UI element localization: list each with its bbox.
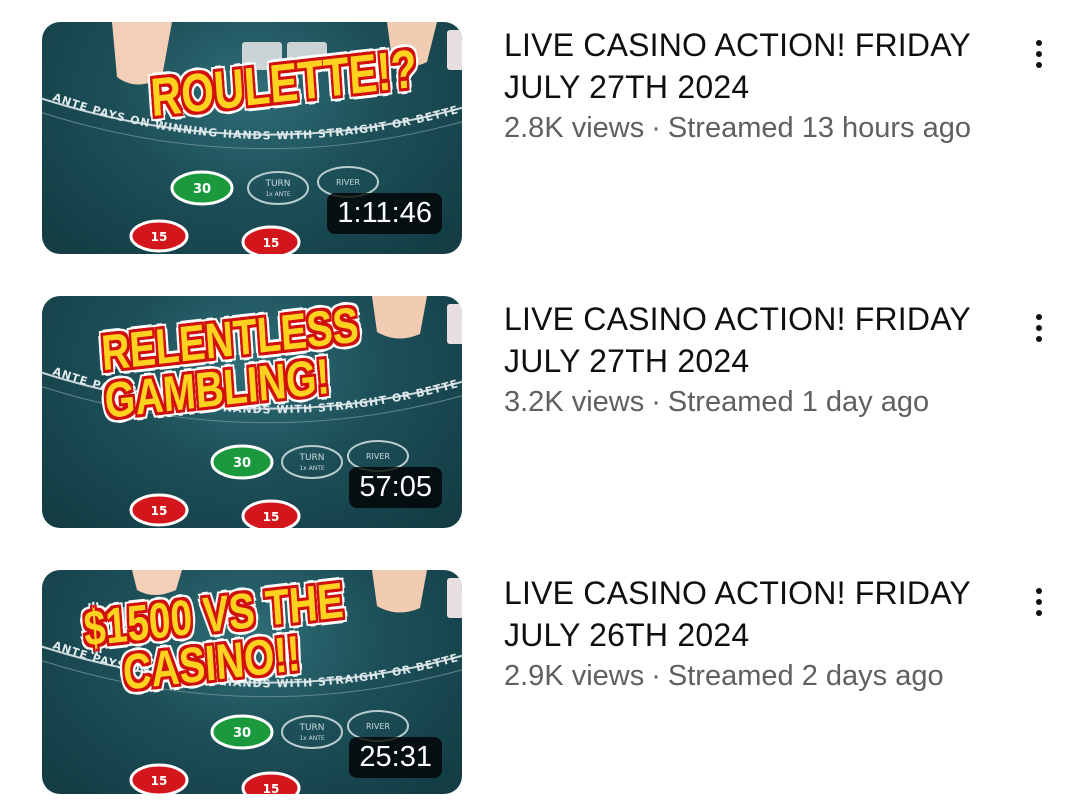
river-label: RIVER	[336, 178, 360, 187]
video-meta: LIVE CASINO ACTION! FRIDAY JULY 26TH 202…	[504, 572, 1014, 696]
turn-label: TURN	[264, 179, 290, 189]
chip-red-label: 15	[263, 510, 280, 524]
duration-badge: 57:05	[349, 467, 442, 508]
video-title-line: LIVE CASINO ACTION! FRIDAY	[504, 575, 971, 611]
video-title-line: LIVE CASINO ACTION! FRIDAY	[504, 27, 971, 63]
stream-age: Streamed 13 hours ago	[667, 112, 971, 144]
river-label: RIVER	[366, 722, 390, 731]
chip-green-label: 30	[233, 456, 251, 471]
video-item[interactable]: ANTE PAYS ON WINNING HANDS WITH STRAIGHT…	[0, 570, 1080, 810]
separator-dot: ·	[651, 660, 661, 692]
ante-label: 1x ANTE	[299, 465, 325, 472]
chip-green-label: 30	[193, 182, 211, 197]
video-item[interactable]: ANTE PAYS ON WINNING HANDS WITH STRAIGHT…	[0, 296, 1080, 536]
video-item[interactable]: ANTE PAYS ON WINNING HANDS WITH STRAIGHT…	[0, 22, 1080, 262]
video-thumbnail[interactable]: ANTE PAYS ON WINNING HANDS WITH STRAIGHT…	[42, 570, 462, 794]
video-stats: 2.9K views · Streamed 2 days ago	[504, 656, 1014, 696]
turn-label: TURN	[298, 453, 324, 463]
view-count: 3.2K views	[504, 386, 645, 418]
video-title-line: JULY 27TH 2024	[504, 69, 750, 105]
river-label: RIVER	[366, 452, 390, 461]
duration-badge: 25:31	[349, 737, 442, 778]
ante-label: 1x ANTE	[265, 191, 291, 198]
view-count: 2.9K views	[504, 660, 645, 692]
separator-dot: ·	[651, 112, 661, 144]
video-title[interactable]: LIVE CASINO ACTION! FRIDAY JULY 27TH 202…	[504, 298, 1014, 382]
video-stats: 3.2K views · Streamed 1 day ago	[504, 382, 1014, 422]
video-thumbnail[interactable]: ANTE PAYS ON WINNING HANDS WITH STRAIGHT…	[42, 22, 462, 254]
more-vert-icon[interactable]	[1022, 32, 1056, 76]
chip-red-label: 15	[151, 774, 168, 788]
stream-age: Streamed 2 days ago	[667, 660, 944, 692]
video-title-line: JULY 27TH 2024	[504, 343, 750, 379]
more-vert-icon[interactable]	[1022, 580, 1056, 624]
chip-red-label: 15	[151, 230, 168, 244]
ante-label: 1x ANTE	[299, 735, 325, 742]
more-vert-icon[interactable]	[1022, 306, 1056, 350]
view-count: 2.8K views	[504, 112, 645, 144]
separator-dot: ·	[651, 386, 661, 418]
chip-red-label: 15	[151, 504, 168, 518]
stream-age: Streamed 1 day ago	[667, 386, 930, 418]
video-title-line: JULY 26TH 2024	[504, 617, 750, 653]
video-title-line: LIVE CASINO ACTION! FRIDAY	[504, 301, 971, 337]
chip-red-label: 15	[263, 236, 280, 250]
video-meta: LIVE CASINO ACTION! FRIDAY JULY 27TH 202…	[504, 24, 1014, 148]
thumbnail-caption: RELENTLESS GAMBLING!	[100, 297, 361, 429]
chip-red-label: 15	[263, 782, 280, 794]
chip-green-label: 30	[233, 726, 251, 741]
video-stats: 2.8K views · Streamed 13 hours ago	[504, 108, 1014, 148]
duration-badge: 1:11:46	[327, 193, 442, 234]
video-meta: LIVE CASINO ACTION! FRIDAY JULY 27TH 202…	[504, 298, 1014, 422]
video-title[interactable]: LIVE CASINO ACTION! FRIDAY JULY 26TH 202…	[504, 572, 1014, 656]
turn-label: TURN	[298, 723, 324, 733]
video-title[interactable]: LIVE CASINO ACTION! FRIDAY JULY 27TH 202…	[504, 24, 1014, 108]
video-thumbnail[interactable]: ANTE PAYS ON WINNING HANDS WITH STRAIGHT…	[42, 296, 462, 528]
